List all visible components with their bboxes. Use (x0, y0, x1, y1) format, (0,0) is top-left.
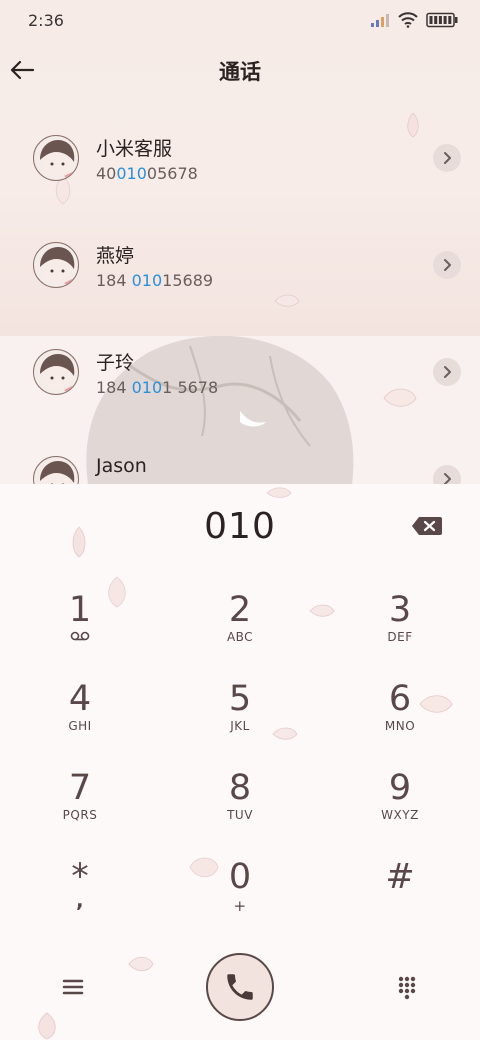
dialpad-icon (398, 976, 416, 1000)
key-digit: 8 (228, 768, 252, 808)
page-title: 通话 (219, 60, 261, 84)
key-digit: # (385, 857, 415, 897)
chevron-right-icon (444, 473, 451, 484)
key-7[interactable]: 7 PQRS (20, 750, 140, 834)
status-icons (370, 12, 458, 28)
chevron-right-icon (444, 366, 451, 378)
contact-item[interactable]: 小米客服 4001005678 (0, 104, 480, 211)
call-button[interactable] (206, 953, 274, 1021)
key-6[interactable]: 6 MNO (340, 661, 460, 745)
wifi-icon (398, 12, 418, 28)
key-8[interactable]: 8 TUV (180, 750, 300, 834)
avatar (33, 135, 79, 181)
key-3[interactable]: 3 DEF (340, 572, 460, 656)
key-letters: TUV (227, 807, 253, 822)
contact-name: 小米客服 (96, 138, 173, 160)
keypad: 1 2 ABC 3 DEF 4 GHI 5 JKL 6 MNO 7 PQRS 8… (0, 572, 480, 928)
contact-item[interactable]: 燕婷 184 01015689 (0, 211, 480, 318)
key-digit: 4 (68, 679, 92, 719)
contact-number: 184 01015689 (96, 271, 214, 290)
status-bar: 2:36 (0, 0, 480, 40)
key-digit: 5 (228, 679, 252, 719)
dialpad-toggle-button[interactable] (392, 972, 422, 1002)
avatar-image (40, 247, 75, 287)
key-digit: 9 (388, 768, 412, 808)
key-star[interactable]: * , (20, 839, 140, 923)
voicemail-icon (70, 631, 90, 641)
key-1[interactable]: 1 (20, 572, 140, 656)
key-digit: 6 (388, 679, 412, 719)
contact-detail-button[interactable] (433, 358, 461, 386)
battery-icon (426, 12, 458, 28)
signal-icon (371, 14, 389, 27)
key-hash[interactable]: # (340, 839, 460, 923)
avatar-image (40, 354, 75, 394)
chevron-right-icon (444, 259, 451, 271)
key-letters: MNO (384, 718, 416, 733)
bottom-bar (0, 950, 480, 1026)
menu-button[interactable] (58, 972, 88, 1002)
key-letters: GHI (68, 718, 92, 733)
dialed-number: 010 (204, 506, 276, 547)
avatar (33, 456, 79, 484)
key-letters: PQRS (62, 807, 98, 822)
contact-number: 4001005678 (96, 164, 198, 183)
key-letters: JKL (230, 718, 250, 733)
contact-detail-button[interactable] (433, 251, 461, 279)
key-letters: , (75, 887, 85, 912)
backspace-icon (412, 517, 442, 535)
key-digit: 7 (68, 768, 92, 808)
phone-icon (227, 974, 253, 1000)
menu-icon (62, 979, 84, 995)
key-letters: + (233, 896, 247, 915)
key-letters: DEF (387, 629, 413, 644)
contact-name: 子玲 (96, 352, 135, 374)
dial-display: 010 (0, 500, 480, 556)
key-digit: 0 (228, 857, 252, 897)
avatar-image (40, 140, 75, 180)
key-5[interactable]: 5 JKL (180, 661, 300, 745)
key-letters: ABC (226, 629, 254, 644)
avatar (33, 242, 79, 288)
contact-list: 小米客服 4001005678 燕婷 184 01015689 子玲 184 0… (0, 104, 480, 484)
contact-detail-button[interactable] (433, 465, 461, 484)
contact-detail-button[interactable] (433, 144, 461, 172)
header: 通话 (0, 40, 480, 100)
chevron-right-icon (444, 152, 451, 164)
key-digit: 2 (228, 590, 252, 630)
key-letters: WXYZ (381, 807, 419, 822)
avatar-image (40, 461, 75, 484)
contact-item[interactable]: Jason (0, 425, 480, 484)
key-2[interactable]: 2 ABC (180, 572, 300, 656)
key-9[interactable]: 9 WXYZ (340, 750, 460, 834)
key-digit: 3 (388, 590, 412, 630)
contact-name: 燕婷 (96, 245, 135, 267)
status-time: 2:36 (28, 10, 64, 30)
avatar (33, 349, 79, 395)
key-4[interactable]: 4 GHI (20, 661, 140, 745)
contact-number: 184 0101 5678 (96, 378, 219, 397)
backspace-button[interactable] (410, 514, 444, 538)
key-0[interactable]: 0 + (180, 839, 300, 923)
contact-item[interactable]: 子玲 184 0101 5678 (0, 318, 480, 425)
key-letters (70, 630, 90, 646)
key-digit: 1 (68, 590, 92, 630)
contact-name: Jason (96, 455, 147, 477)
